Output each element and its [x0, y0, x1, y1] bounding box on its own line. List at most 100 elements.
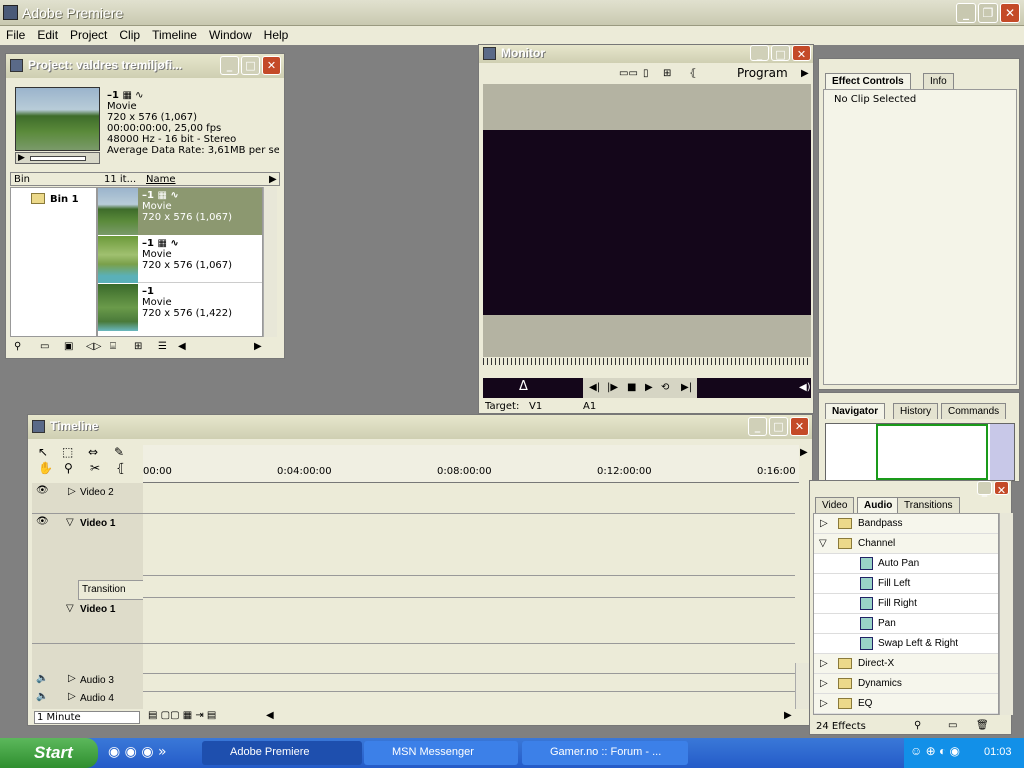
list-item[interactable]: –1 Movie 720 x 576 (1,422) [98, 284, 262, 331]
expand-arrow-icon[interactable]: ▷ [820, 518, 828, 529]
menu-project[interactable]: Project [64, 26, 113, 45]
tree-effect-fill-right[interactable]: Fill Right [814, 594, 998, 614]
tree-folder-bandpass[interactable]: ▷ Bandpass [814, 514, 998, 534]
tab-history[interactable]: History [893, 403, 939, 419]
zoom-select[interactable]: 1 Minute [34, 711, 140, 724]
monitor-menu-arrow-icon[interactable]: ▶ [801, 68, 809, 79]
taskbar-msn-messenger[interactable]: MSN Messenger [364, 741, 518, 765]
tab-effect-controls[interactable]: Effect Controls [825, 73, 911, 89]
tree-effect-pan[interactable]: Pan [814, 614, 998, 634]
timeline-minimize-button[interactable]: _ [748, 417, 767, 436]
expand-arrow-icon[interactable]: ▷ [820, 698, 828, 709]
program-time-ruler[interactable] [483, 358, 811, 365]
monitor-titlebar[interactable]: Monitor _ □ ✕ [479, 45, 813, 63]
timeline-vscrollbar[interactable] [795, 663, 809, 709]
tree-effect-swap-left-right[interactable]: Swap Left & Right [814, 634, 998, 654]
single-view-icon[interactable]: ▯ [643, 68, 649, 79]
time-ruler[interactable]: 00:00 0:04:00:00 0:08:00:00 0:12:00:00 0… [143, 445, 799, 483]
timeline-titlebar[interactable]: Timeline _ □ ✕ [28, 415, 812, 439]
selection-tool-icon[interactable]: ↖ [38, 446, 48, 458]
expand-arrow-icon[interactable]: ▷ [820, 658, 828, 669]
target-audio-select[interactable]: A1 [583, 401, 596, 412]
restore-button[interactable]: ❐ [978, 3, 998, 23]
preview-scrub-slider[interactable] [30, 156, 86, 161]
track-area[interactable] [143, 483, 795, 709]
menu-window[interactable]: Window [203, 26, 258, 45]
count-column-header[interactable]: 11 it... [104, 174, 136, 185]
eye-icon[interactable]: 👁 [36, 485, 49, 496]
tab-video[interactable]: Video [815, 497, 855, 513]
monitor-minimize-button[interactable]: _ [750, 45, 769, 61]
collapse-arrow-icon[interactable]: ▽ [66, 517, 74, 528]
quicklaunch-icons[interactable]: ◉ ◉ ◉ » [108, 744, 167, 760]
start-button[interactable]: Start [0, 738, 98, 768]
expand-arrow-icon[interactable]: ▷ [68, 486, 76, 497]
volume-icon[interactable]: ◀) [799, 382, 811, 393]
tab-navigator[interactable]: Navigator [825, 403, 886, 419]
new-folder-icon[interactable]: ▭ [948, 720, 957, 731]
menu-edit[interactable]: Edit [31, 26, 64, 45]
range-select-tool-icon[interactable]: ⬚ [62, 446, 73, 458]
menu-clip[interactable]: Clip [113, 26, 146, 45]
speaker-icon[interactable]: 🔈 [36, 673, 48, 684]
list-item[interactable]: –1 ▦ ∿ Movie 720 x 576 (1,067) [98, 236, 262, 283]
step-back-icon[interactable]: ◀| [589, 382, 600, 393]
preview-play-icon[interactable]: ▶ [18, 153, 25, 163]
trash-icon[interactable]: 🗑 [976, 720, 989, 731]
tab-commands[interactable]: Commands [941, 403, 1007, 419]
timeline-menu-arrow-icon[interactable]: ▶ [800, 447, 808, 458]
taskbar-adobe-premiere[interactable]: Adobe Premiere [202, 741, 362, 765]
eye-icon[interactable]: 👁 [36, 516, 49, 527]
menu-help[interactable]: Help [258, 26, 295, 45]
loop-icon[interactable]: ⟲ [661, 382, 669, 393]
tree-folder-eq[interactable]: ▷ EQ [814, 694, 998, 714]
expand-arrow-icon[interactable]: ▷ [68, 691, 76, 702]
hscroll-right-icon[interactable]: ▶ [784, 710, 792, 721]
project-maximize-button[interactable]: □ [241, 56, 260, 75]
tab-audio[interactable]: Audio [857, 497, 900, 513]
menu-timeline[interactable]: Timeline [146, 26, 203, 45]
thumbnail-view-icon[interactable]: ⊞ [134, 341, 142, 352]
tab-info[interactable]: Info [923, 73, 954, 89]
play-in-out-icon[interactable]: ▶| [681, 382, 692, 393]
hscroll-left-icon[interactable]: ◀ [266, 710, 274, 721]
collapse-arrow-icon[interactable]: ▽ [66, 603, 74, 614]
effects-close-button[interactable]: ✕ [994, 481, 1009, 497]
timeline-close-button[interactable]: ✕ [790, 417, 809, 436]
automate-icon[interactable]: ◁▷ [86, 341, 101, 352]
tree-folder-dynamics[interactable]: ▷ Dynamics [814, 674, 998, 694]
trim-view-icon[interactable]: ⊞ [663, 68, 671, 79]
list-view-icon[interactable]: ☰ [158, 341, 167, 352]
monitor-maximize-button[interactable]: □ [771, 45, 790, 61]
navigator-view[interactable] [825, 423, 1015, 481]
stop-icon[interactable]: ■ [627, 382, 636, 393]
tree-effect-auto-pan[interactable]: Auto Pan [814, 554, 998, 574]
expand-arrow-icon[interactable]: ▷ [820, 678, 828, 689]
zoom-tool-icon[interactable]: ⚲ [64, 462, 73, 474]
navigator-viewport-box[interactable] [876, 424, 988, 480]
ripple-edit-tool-icon[interactable]: ⇔ [88, 446, 98, 458]
find-effect-icon[interactable]: ⚲ [914, 720, 921, 731]
timeline-maximize-button[interactable]: □ [769, 417, 788, 436]
monitor-close-button[interactable]: ✕ [792, 45, 811, 61]
name-column-header[interactable]: Name [146, 174, 176, 185]
new-bin-icon[interactable]: ▭ [40, 341, 49, 352]
storyboard-icon[interactable]: ⌸ [110, 341, 116, 352]
close-button[interactable]: ✕ [1000, 3, 1020, 23]
taskbar-gamer-forum[interactable]: Gamer.no :: Forum - ... [522, 741, 688, 765]
edit-line-icon[interactable]: ⦃ [689, 68, 696, 79]
hscroll-left-icon[interactable]: ◀ [178, 341, 186, 352]
dual-view-icon[interactable]: ▭▭ [619, 68, 638, 79]
preview-play-controls[interactable]: ▶ [15, 152, 100, 164]
hand-tool-icon[interactable]: ✋ [38, 462, 53, 474]
pen-tool-icon[interactable]: ✎ [114, 446, 124, 458]
tree-folder-direct-x[interactable]: ▷ Direct-X [814, 654, 998, 674]
minimize-button[interactable]: _ [956, 3, 976, 23]
effects-minimize-button[interactable]: _ [977, 481, 992, 497]
step-forward-icon[interactable]: |▶ [607, 382, 618, 393]
collapse-arrow-icon[interactable]: ▽ [819, 538, 827, 549]
project-titlebar[interactable]: Project: valdres tremiljøfi... _ □ ✕ [6, 54, 284, 78]
project-close-button[interactable]: ✕ [262, 56, 281, 75]
razor-tool-icon[interactable]: ✂ [90, 462, 100, 474]
tree-effect-fill-left[interactable]: Fill Left [814, 574, 998, 594]
